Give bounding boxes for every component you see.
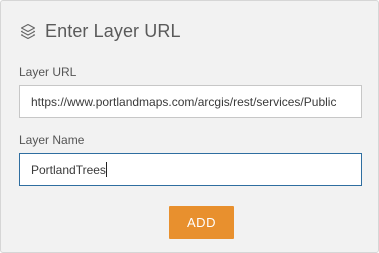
text-caret bbox=[105, 162, 107, 177]
layer-name-value: PortlandTrees bbox=[31, 162, 106, 177]
add-layer-panel: Enter Layer URL Layer URL https://www.po… bbox=[0, 0, 379, 253]
layer-name-input[interactable]: PortlandTrees bbox=[19, 153, 362, 186]
panel-header: Enter Layer URL bbox=[20, 20, 181, 42]
layer-url-value: https://www.portlandmaps.com/arcgis/rest… bbox=[31, 94, 337, 109]
layers-icon bbox=[20, 23, 36, 40]
add-button[interactable]: ADD bbox=[169, 206, 234, 239]
layer-name-label: Layer Name bbox=[19, 133, 85, 147]
layer-url-label: Layer URL bbox=[19, 65, 77, 79]
layer-url-input[interactable]: https://www.portlandmaps.com/arcgis/rest… bbox=[19, 85, 362, 118]
panel-title: Enter Layer URL bbox=[45, 20, 181, 41]
